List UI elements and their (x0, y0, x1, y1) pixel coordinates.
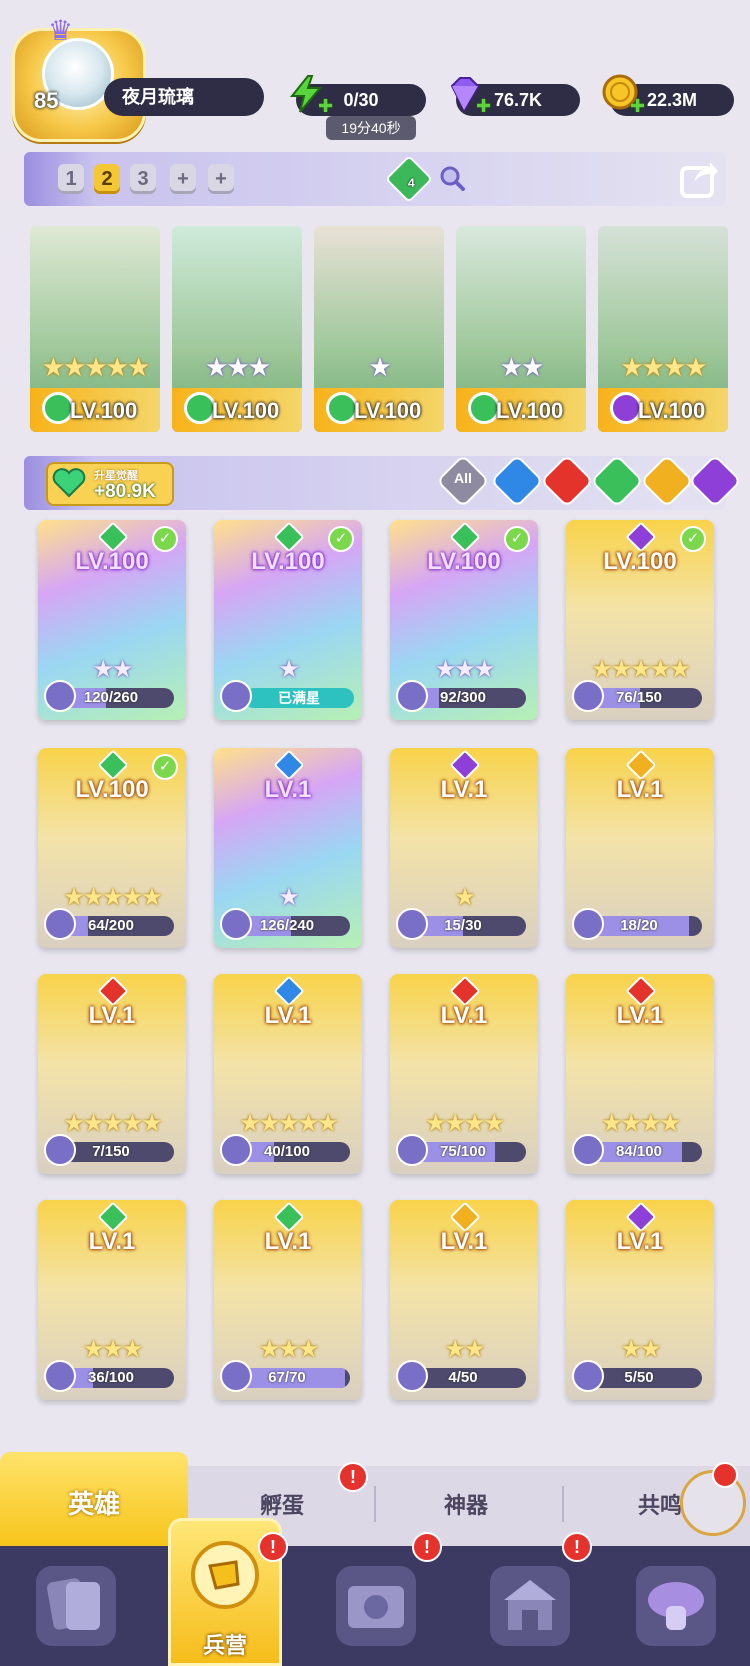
shard-icon (396, 1134, 428, 1166)
gold-add-button[interactable]: ✚ (630, 96, 645, 117)
tab-divider (562, 1486, 564, 1522)
hero-card[interactable]: LV.1 ★★ 5/50 (566, 1200, 714, 1400)
hero-card[interactable]: LV.1 ★ 126/240 (214, 748, 362, 948)
hero-card[interactable]: ✓ LV.100 ★★★★★ 64/200 (38, 748, 186, 948)
hero-level: LV.1 (264, 776, 312, 803)
shard-icon (572, 908, 604, 940)
heart-icon (52, 468, 86, 498)
hero-level: LV.100 (70, 398, 138, 423)
shard-icon (44, 680, 76, 712)
notification-badge: ! (258, 1532, 288, 1562)
nav-barracks-label: 兵营 (202, 1633, 247, 1658)
tab-heroes-label: 英雄 (67, 1489, 120, 1519)
filter-all-label: All (454, 470, 472, 486)
energy-add-button[interactable]: ✚ (318, 96, 333, 117)
hero-level: LV.1 (616, 1002, 664, 1029)
energy-timer: 19分40秒 (326, 116, 416, 140)
shard-icon (220, 1134, 252, 1166)
star-rating: ★★ (499, 352, 545, 382)
team-hero-card[interactable]: ★★★★ LV.100 (596, 224, 730, 434)
shard-icon (220, 1360, 252, 1392)
hero-card[interactable]: LV.1 ★★★ 36/100 (38, 1200, 186, 1400)
notification-badge: ! (562, 1532, 592, 1562)
team-add-tab[interactable]: + (208, 164, 234, 194)
shard-icon (44, 908, 76, 940)
team-tab-2[interactable]: 2 (94, 164, 120, 194)
hero-card[interactable]: LV.1 18/20 (566, 748, 714, 948)
hero-level: LV.1 (440, 1228, 488, 1255)
hero-card[interactable]: LV.1 ★★★★ 75/100 (390, 974, 538, 1174)
hero-level: LV.1 (616, 1228, 664, 1255)
notification-badge (712, 1462, 738, 1488)
shard-icon (396, 908, 428, 940)
hero-card[interactable]: LV.1 ★★ 4/50 (390, 1200, 538, 1400)
tab-hatch[interactable]: 孵蛋 (192, 1488, 372, 1520)
hero-card[interactable]: ✓ LV.100 ★ 已满星 (214, 520, 362, 720)
team-hero-card[interactable]: ★ LV.100 (312, 224, 446, 434)
hero-level: LV.100 (603, 548, 677, 575)
hero-level: LV.100 (638, 398, 706, 423)
shard-icon (44, 1360, 76, 1392)
team-hero-card[interactable]: ★★★★★ LV.100 (28, 224, 162, 434)
nav-book-icon[interactable] (336, 1566, 416, 1646)
hero-card[interactable]: LV.1 ★★★★★ 40/100 (214, 974, 362, 1174)
hero-card[interactable]: LV.1 ★★★★★ 7/150 (38, 974, 186, 1174)
star-rating: ★ (368, 352, 391, 382)
barracks-icon (186, 1536, 264, 1614)
notification-badge: ! (412, 1532, 442, 1562)
team-element-count: 4 (408, 176, 415, 190)
shard-icon (396, 680, 428, 712)
player-level: 85 (34, 88, 59, 113)
awaken-bonus-box[interactable]: 升星觉醒 +80.9K (46, 462, 174, 506)
hero-level: LV.100 (212, 398, 280, 423)
hero-level: LV.100 (75, 776, 149, 803)
hero-level: LV.1 (88, 1228, 136, 1255)
hero-card[interactable]: LV.1 ★★★ 67/70 (214, 1200, 362, 1400)
hero-level: LV.1 (264, 1228, 312, 1255)
hero-card[interactable]: LV.1 ★★★★ 84/100 (566, 974, 714, 1174)
nav-shop-icon[interactable] (490, 1566, 570, 1646)
nav-mushroom-icon[interactable] (636, 1566, 716, 1646)
shard-icon (572, 680, 604, 712)
search-icon[interactable] (438, 164, 466, 192)
hero-level: LV.1 (88, 1002, 136, 1029)
hero-level: LV.1 (440, 776, 488, 803)
team-tab-1[interactable]: 1 (58, 164, 84, 194)
shard-icon (44, 1134, 76, 1166)
hero-level: LV.100 (251, 548, 325, 575)
hero-card[interactable]: ✓ LV.100 ★★★★★ 76/150 (566, 520, 714, 720)
hero-level: LV.1 (440, 1002, 488, 1029)
hero-card[interactable]: ✓ LV.100 ★★ 120/260 (38, 520, 186, 720)
hero-level: LV.100 (427, 548, 501, 575)
nav-cards-icon[interactable] (36, 1566, 116, 1646)
team-hero-card[interactable]: ★★ LV.100 (454, 224, 588, 434)
notification-badge: ! (338, 1462, 368, 1492)
star-rating: ★★★★ (620, 352, 707, 382)
shard-icon (220, 908, 252, 940)
hero-level: LV.1 (616, 776, 664, 803)
team-tab-3[interactable]: 3 (130, 164, 156, 194)
hero-level: LV.100 (496, 398, 564, 423)
hero-level: LV.1 (264, 1002, 312, 1029)
tab-artifact[interactable]: 神器 (376, 1488, 556, 1520)
hero-card[interactable]: ✓ LV.100 ★★★ 92/300 (390, 520, 538, 720)
gem-add-button[interactable]: ✚ (476, 96, 491, 117)
max-star-label: 已满星 (244, 688, 354, 708)
shard-icon (572, 1134, 604, 1166)
crown-icon: ♛ (48, 15, 74, 46)
awaken-value: +80.9K (94, 481, 156, 502)
hero-card[interactable]: LV.1 ★ 15/30 (390, 748, 538, 948)
shard-icon (572, 1360, 604, 1392)
shard-icon (220, 680, 252, 712)
shard-icon (396, 1360, 428, 1392)
share-icon[interactable] (680, 160, 720, 198)
team-selector-bar: 1 2 3 + + 4 (24, 152, 726, 206)
player-name: 夜月琉璃 (104, 78, 264, 116)
star-rating: ★★★★★ (41, 352, 151, 382)
team-hero-card[interactable]: ★★★ LV.100 (170, 224, 304, 434)
hero-level: LV.100 (354, 398, 422, 423)
team-add-tab[interactable]: + (170, 164, 196, 194)
star-rating: ★★★ (205, 352, 271, 382)
hero-level: LV.100 (75, 548, 149, 575)
